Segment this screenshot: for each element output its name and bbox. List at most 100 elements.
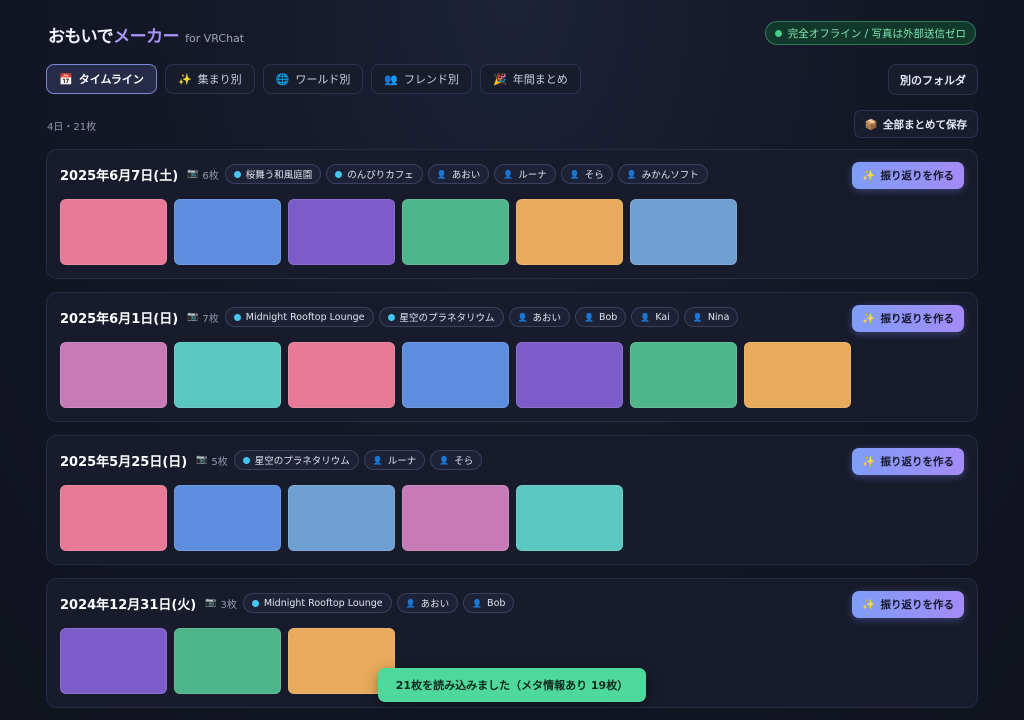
- photo-summary: 4日・21枚: [47, 122, 97, 133]
- photo-thumbnail[interactable]: [288, 485, 395, 551]
- sparkle-icon: ✨: [177, 72, 192, 86]
- friend-chip[interactable]: 👤 Bob: [575, 307, 627, 327]
- friend-chip[interactable]: 👤 みかんソフト: [617, 164, 708, 184]
- friend-name: Bob: [487, 597, 506, 609]
- world-chip[interactable]: 星空のプラネタリウム: [378, 307, 504, 327]
- friend-chip[interactable]: 👤 Bob: [463, 593, 515, 613]
- tab-sparkle[interactable]: ✨ 集まり別: [164, 64, 255, 94]
- world-name: のんびりカフェ: [347, 170, 414, 181]
- world-chip[interactable]: のんびりカフェ: [326, 164, 423, 184]
- make-recap-button[interactable]: ✨ 振り返りを作る: [852, 591, 964, 618]
- save-all-button[interactable]: 📦 全部まとめて保存: [853, 110, 978, 138]
- photo-thumbnail[interactable]: [402, 485, 509, 551]
- friend-chip[interactable]: 👤 Kai: [631, 307, 679, 327]
- photo-count-label: 7枚: [202, 313, 219, 325]
- offline-status-badge: 完全オフライン / 写真は外部送信ゼロ: [764, 21, 976, 45]
- person-icon: 👤: [640, 312, 651, 322]
- world-icon: [251, 599, 259, 607]
- world-name: 星空のプラネタリウム: [254, 456, 350, 467]
- tab-people[interactable]: 👥 フレンド別: [371, 64, 473, 94]
- photo-count-label: 5枚: [211, 456, 228, 468]
- world-name: Midnight Rooftop Lounge: [263, 597, 383, 609]
- photo-thumbnail[interactable]: [516, 485, 623, 551]
- make-recap-label: 振り返りを作る: [880, 599, 955, 611]
- app-header: おもいでメーカー for VRChat: [48, 22, 244, 47]
- photo-count: 📷 6枚: [187, 167, 219, 182]
- friend-chip[interactable]: 👤 あおい: [396, 593, 459, 613]
- photo-thumbnail[interactable]: [402, 342, 509, 408]
- friend-chip[interactable]: 👤 Nina: [683, 307, 739, 327]
- friend-chip[interactable]: 👤 ルーナ: [494, 164, 556, 184]
- world-chip[interactable]: 星空のプラネタリウム: [233, 450, 359, 470]
- photo-thumbnail[interactable]: [60, 628, 167, 694]
- person-icon: 👤: [584, 312, 594, 322]
- other-folder-button[interactable]: 別のフォルダ: [888, 64, 978, 95]
- person-icon: 👤: [436, 169, 447, 179]
- photo-strip: [60, 199, 737, 265]
- world-chip[interactable]: 桜舞う和風庭園: [224, 164, 322, 184]
- make-recap-button[interactable]: ✨ 振り返りを作る: [852, 162, 964, 189]
- tab-globe[interactable]: 🌐 ワールド別: [262, 64, 364, 94]
- photo-thumbnail[interactable]: [60, 342, 167, 408]
- globe-icon: 🌐: [275, 72, 290, 86]
- tab-label: フレンド別: [404, 73, 460, 86]
- photo-thumbnail[interactable]: [174, 342, 281, 408]
- friend-name: ルーナ: [387, 456, 417, 467]
- friend-chip[interactable]: 👤 あおい: [508, 307, 570, 327]
- friend-chip[interactable]: 👤 そら: [560, 164, 613, 184]
- person-icon: 👤: [692, 312, 703, 322]
- friend-name: ルーナ: [518, 170, 547, 181]
- photo-thumbnail[interactable]: [516, 342, 623, 408]
- friend-chip[interactable]: 👤 あおい: [427, 164, 490, 184]
- photo-thumbnail[interactable]: [174, 628, 281, 694]
- photo-thumbnail[interactable]: [288, 342, 395, 408]
- tab-label: 年間まとめ: [512, 73, 568, 86]
- friend-name: Kai: [655, 311, 670, 323]
- tab-label: ワールド別: [295, 73, 351, 86]
- tab-calendar[interactable]: 📅 タイムライン: [46, 64, 157, 94]
- day-date: 2024年12月31日(火): [60, 597, 197, 613]
- world-icon: [242, 456, 250, 464]
- photo-thumbnail[interactable]: [516, 199, 623, 265]
- photo-thumbnail[interactable]: [744, 342, 851, 408]
- day-header: 2025年6月7日(土) 📷 6枚 桜舞う和風庭園 のんびりカフェ 👤 あおい 👤 ルーナ 👤 そら…: [60, 164, 713, 184]
- world-chip[interactable]: Midnight Rooftop Lounge: [224, 307, 374, 327]
- app-subtitle: for VRChat: [185, 32, 245, 45]
- world-chip[interactable]: Midnight Rooftop Lounge: [242, 593, 392, 613]
- person-icon: 👤: [626, 169, 637, 179]
- make-recap-label: 振り返りを作る: [880, 456, 955, 468]
- tab-label: タイムライン: [78, 73, 144, 86]
- photo-count-label: 6枚: [202, 170, 219, 182]
- load-toast: 21枚を読み込みました（メタ情報あり 19枚）: [378, 668, 646, 702]
- day-header: 2025年5月25日(日) 📷 5枚 星空のプラネタリウム 👤 ルーナ 👤 そら: [60, 450, 487, 470]
- tab-party-popper[interactable]: 🎉 年間まとめ: [480, 64, 581, 94]
- sparkle-icon: ✨: [862, 313, 876, 325]
- day-date: 2025年6月7日(土): [60, 168, 179, 184]
- camera-icon: 📷: [187, 169, 199, 179]
- photo-thumbnail[interactable]: [630, 199, 737, 265]
- photo-thumbnail[interactable]: [60, 485, 167, 551]
- photo-thumbnail[interactable]: [630, 342, 737, 408]
- photo-strip: [60, 485, 623, 551]
- camera-icon: 📷: [187, 312, 199, 322]
- photo-thumbnail[interactable]: [60, 199, 167, 265]
- world-icon: [335, 170, 343, 178]
- friend-chip[interactable]: 👤 そら: [430, 450, 483, 470]
- calendar-icon: 📅: [59, 72, 73, 86]
- photo-strip: [60, 628, 395, 694]
- photo-thumbnail[interactable]: [174, 199, 281, 265]
- friend-name: そら: [454, 456, 474, 467]
- day-card: 2025年6月1日(日) 📷 7枚 Midnight Rooftop Lounge 星空…: [46, 292, 978, 422]
- day-header: 2024年12月31日(火) 📷 3枚 Midnight Rooftop Lounge…: [60, 593, 519, 613]
- view-tabs: 📅 タイムライン ✨ 集まり別 🌐 ワールド別 👥 フレンド別 🎉 年間まとめ: [46, 64, 581, 94]
- friend-chip[interactable]: 👤 ルーナ: [363, 450, 426, 470]
- sparkle-icon: ✨: [862, 599, 876, 611]
- day-header: 2025年6月1日(日) 📷 7枚 Midnight Rooftop Lounge 星空…: [60, 307, 743, 327]
- friend-name: そら: [584, 170, 604, 181]
- make-recap-button[interactable]: ✨ 振り返りを作る: [852, 448, 964, 475]
- photo-thumbnail[interactable]: [402, 199, 509, 265]
- photo-thumbnail[interactable]: [288, 199, 395, 265]
- make-recap-button[interactable]: ✨ 振り返りを作る: [852, 305, 964, 332]
- photo-thumbnail[interactable]: [174, 485, 281, 551]
- friend-name: あおい: [420, 599, 450, 610]
